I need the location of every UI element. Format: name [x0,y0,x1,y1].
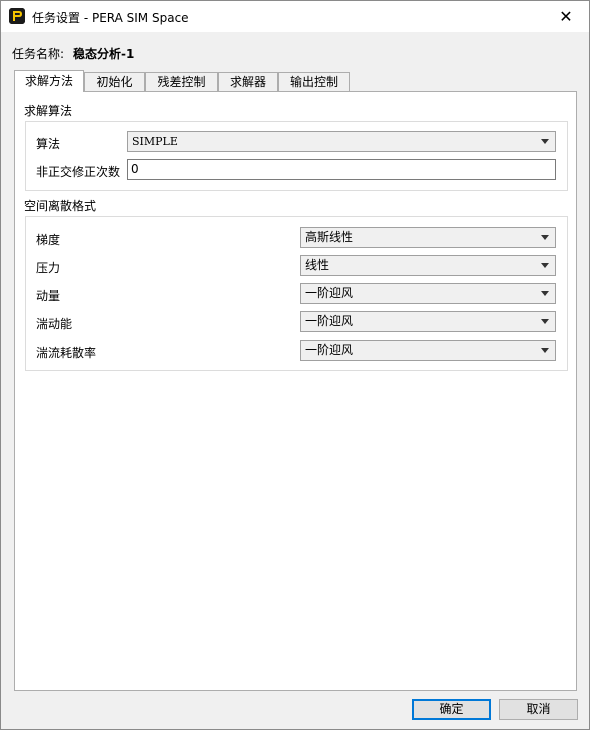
momentum-label: 动量 [36,289,61,303]
task-name-label: 任务名称: [12,47,65,61]
turbulent-dissipation-label: 湍流耗散率 [36,346,97,360]
app-logo-icon [9,8,25,24]
chevron-down-icon [541,139,549,144]
tab-output-control[interactable]: 输出控制 [278,72,350,91]
gradient-label: 梯度 [36,233,61,247]
chevron-down-icon [541,348,549,353]
cancel-button[interactable]: 取消 [499,699,578,720]
window-title: 任务设置 - PERA SIM Space [32,11,189,25]
tab-solution-method[interactable]: 求解方法 [14,70,84,92]
tab-initialization[interactable]: 初始化 [84,72,145,91]
task-name-value: 稳态分析-1 [73,47,135,61]
tab-solver[interactable]: 求解器 [218,72,278,91]
nonorth-correctors-value: 0 [131,162,139,176]
discretization-group: 梯度 高斯线性 压力 线性 动量 一阶迎风 湍动能 一阶迎风 湍流耗散率 一阶迎… [25,216,568,371]
algorithm-select[interactable]: SIMPLE [127,131,556,152]
title-bar[interactable]: 任务设置 - PERA SIM Space ✕ [1,1,589,32]
tab-residual-control[interactable]: 残差控制 [145,72,218,91]
chevron-down-icon [541,319,549,324]
chevron-down-icon [541,263,549,268]
turbulent-dissipation-select[interactable]: 一阶迎风 [300,340,556,361]
algorithm-label: 算法 [36,137,61,151]
pressure-label: 压力 [36,261,61,275]
discretization-section-title: 空间离散格式 [24,199,97,213]
nonorth-correctors-label: 非正交修正次数 [36,165,121,179]
turbulent-kinetic-energy-label: 湍动能 [36,317,73,331]
gradient-select[interactable]: 高斯线性 [300,227,556,248]
solver-algorithm-section-title: 求解算法 [24,104,73,118]
ok-button[interactable]: 确定 [412,699,491,720]
close-icon: ✕ [559,7,573,26]
solution-method-panel: 求解算法 算法 SIMPLE 非正交修正次数 0 空间离散格式 梯度 高斯线性 … [14,91,577,691]
momentum-select-value: 一阶迎风 [305,286,354,300]
nonorth-correctors-input[interactable]: 0 [127,159,556,180]
close-button[interactable]: ✕ [543,1,589,32]
solver-algorithm-group: 算法 SIMPLE 非正交修正次数 0 [25,121,568,191]
chevron-down-icon [541,291,549,296]
pressure-select[interactable]: 线性 [300,255,556,276]
gradient-select-value: 高斯线性 [305,230,354,244]
algorithm-select-value: SIMPLE [132,135,178,148]
chevron-down-icon [541,235,549,240]
momentum-select[interactable]: 一阶迎风 [300,283,556,304]
turbulent-kinetic-energy-select-value: 一阶迎风 [305,314,354,328]
task-settings-dialog: 任务设置 - PERA SIM Space ✕ 任务名称: 稳态分析-1 求解方… [0,0,590,730]
turbulent-dissipation-select-value: 一阶迎风 [305,343,354,357]
turbulent-kinetic-energy-select[interactable]: 一阶迎风 [300,311,556,332]
pressure-select-value: 线性 [305,258,330,272]
